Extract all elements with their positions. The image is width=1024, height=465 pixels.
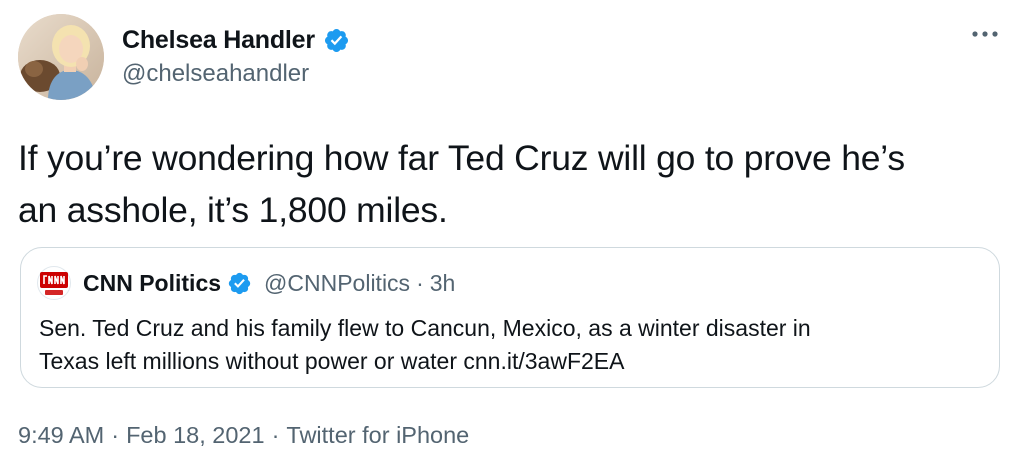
tweet-source[interactable]: Twitter for iPhone xyxy=(286,422,469,448)
tweet-card: Chelsea Handler @chelseahandler If you’r… xyxy=(0,0,1024,465)
quoted-author-name[interactable]: CNN Politics xyxy=(83,270,221,297)
tweet-text-line: an asshole, it’s 1,800 miles. xyxy=(18,190,448,230)
tweet-time[interactable]: 9:49 AM xyxy=(18,422,104,448)
avatar-photo-icon xyxy=(18,14,104,100)
tweet-date[interactable]: Feb 18, 2021 xyxy=(126,422,265,448)
separator-dot: · xyxy=(271,422,280,448)
quoted-tweet-text: Sen. Ted Cruz and his family flew to Can… xyxy=(39,312,979,378)
cnn-politics-logo-icon[interactable] xyxy=(37,266,71,300)
quoted-tweet-time[interactable]: 3h xyxy=(430,270,456,297)
author-avatar[interactable] xyxy=(18,14,104,100)
author-name[interactable]: Chelsea Handler xyxy=(122,24,315,56)
separator-dot: · xyxy=(111,422,120,448)
quoted-tweet-header: CNN Politics @CNNPolitics · 3h xyxy=(37,266,456,300)
author-handle[interactable]: @chelseahandler xyxy=(122,59,309,89)
quoted-text-line: Texas left millions without power or wat… xyxy=(39,348,625,374)
verified-badge-icon xyxy=(228,272,251,294)
tweet-text-line: If you’re wondering how far Ted Cruz wil… xyxy=(18,138,905,178)
quoted-author-handle[interactable]: @CNNPolitics xyxy=(264,270,410,297)
tweet-meta: 9:49 AM · Feb 18, 2021 · Twitter for iPhone xyxy=(18,420,469,450)
tweet-text: If you’re wondering how far Ted Cruz wil… xyxy=(18,132,1008,236)
more-icon[interactable] xyxy=(968,22,1002,46)
author-name-row[interactable]: Chelsea Handler xyxy=(122,24,350,56)
quoted-tweet[interactable]: CNN Politics @CNNPolitics · 3h Sen. Ted … xyxy=(20,247,1000,388)
quoted-text-line: Sen. Ted Cruz and his family flew to Can… xyxy=(39,315,811,341)
verified-badge-icon xyxy=(324,28,348,52)
separator-dot: · xyxy=(416,269,424,296)
